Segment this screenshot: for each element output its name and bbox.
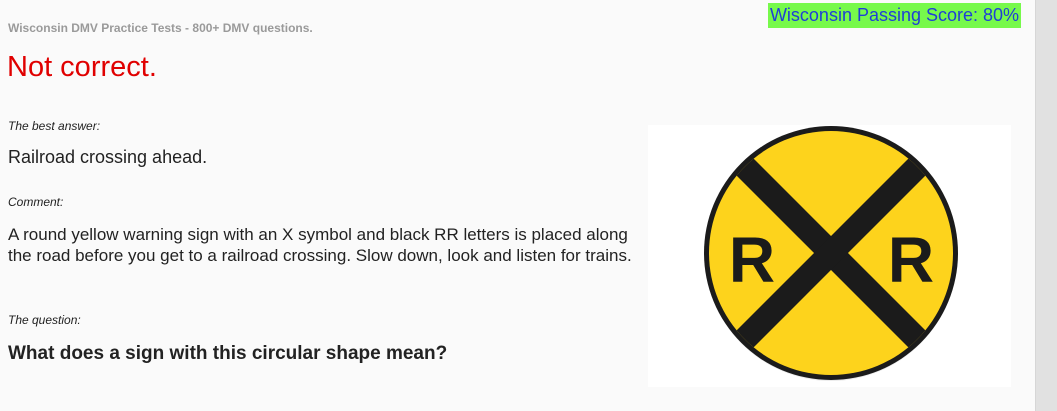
best-answer-text: Railroad crossing ahead.: [8, 147, 208, 167]
best-answer-label: The best answer:: [8, 119, 101, 133]
page-scrollbar[interactable]: [1035, 0, 1057, 411]
question-text: What does a sign with this circular shap…: [8, 343, 448, 364]
comment-label: Comment:: [8, 195, 64, 209]
page: Wisconsin DMV Practice Tests - 800+ DMV …: [0, 0, 1035, 411]
railroad-crossing-sign-icon: R R: [704, 126, 958, 381]
sign-letter-right: R: [888, 224, 934, 296]
site-title: Wisconsin DMV Practice Tests - 800+ DMV …: [8, 21, 313, 35]
result-status: Not correct.: [7, 51, 157, 83]
sign-image: R R: [648, 125, 1011, 387]
sign-letter-left: R: [729, 224, 775, 296]
passing-score-badge: Wisconsin Passing Score: 80%: [768, 3, 1021, 28]
question-label: The question:: [8, 313, 81, 327]
comment-text: A round yellow warning sign with an X sy…: [8, 225, 632, 265]
